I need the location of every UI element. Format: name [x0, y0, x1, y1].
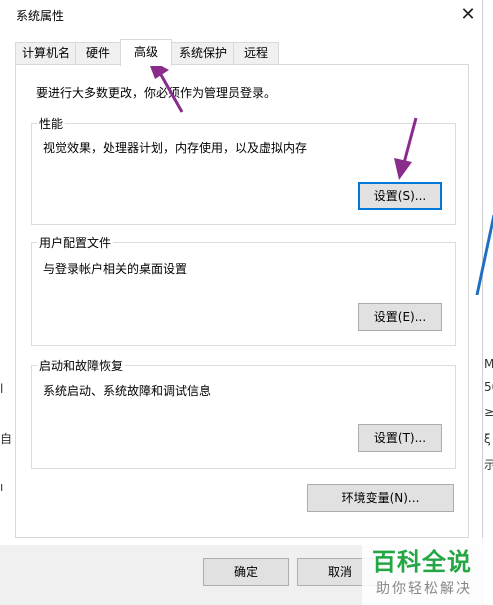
startup-recovery-description: 系统启动、系统故障和调试信息 — [43, 384, 212, 398]
admin-note: 要进行大多数更改，你必须作为管理员登录。 — [36, 86, 277, 100]
background-text: ≥ — [484, 405, 493, 419]
startup-recovery-settings-button[interactable]: 设置(T)... — [358, 424, 442, 452]
startup-recovery-group — [31, 365, 456, 469]
user-profiles-title: 用户配置文件 — [37, 234, 114, 251]
tab-computer-name[interactable]: 计算机名 — [15, 42, 77, 64]
background-text: 示 — [484, 458, 493, 472]
environment-variables-button[interactable]: 环境变量(N)... — [307, 484, 454, 512]
title-bar — [0, 0, 482, 30]
tab-advanced[interactable]: 高级 — [120, 39, 172, 66]
background-text: 自 — [0, 432, 13, 446]
background-text: 50 — [484, 380, 493, 394]
close-icon: ✕ — [460, 4, 476, 25]
tab-remote[interactable]: 远程 — [233, 42, 279, 64]
performance-settings-button[interactable]: 设置(S)... — [358, 182, 442, 210]
watermark-title: 百科全说 — [372, 548, 472, 576]
watermark-logo: 百科全说 助你轻松解决 — [362, 538, 493, 605]
window-title: 系统属性 — [16, 9, 65, 23]
user-profiles-description: 与登录帐户相关的桌面设置 — [43, 262, 188, 276]
tab-hardware[interactable]: 硬件 — [75, 42, 121, 64]
background-window-edge — [482, 0, 493, 605]
ok-button[interactable]: 确定 — [203, 558, 289, 586]
tab-system-protection[interactable]: 系统保护 — [171, 42, 235, 64]
performance-title: 性能 — [37, 115, 66, 132]
performance-description: 视觉效果，处理器计划，内存使用，以及虚拟内存 — [43, 141, 308, 155]
background-text: M — [484, 357, 493, 371]
user-profiles-settings-button[interactable]: 设置(E)... — [358, 303, 442, 331]
background-text: l — [0, 382, 4, 396]
close-button[interactable]: ✕ — [455, 2, 481, 28]
background-text: ı — [0, 480, 4, 494]
background-text: ξ — [484, 432, 491, 446]
startup-recovery-title: 启动和故障恢复 — [37, 357, 126, 374]
watermark-subtitle: 助你轻松解决 — [376, 581, 472, 597]
